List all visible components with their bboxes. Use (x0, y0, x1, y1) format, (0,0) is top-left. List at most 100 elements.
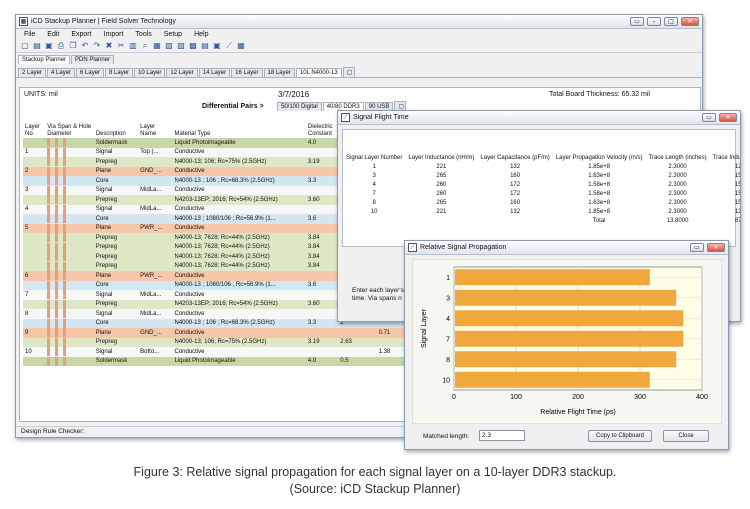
main-titlebar[interactable]: ▦ iCD Stackup Planner | Field Solver Tec… (16, 15, 702, 29)
layer-tab[interactable]: 14 Layer (198, 68, 231, 77)
stackup-row[interactable]: 10 Signal Botto... Conductive 1.38 (23, 347, 413, 357)
via-bar (47, 195, 51, 205)
rsp-restore-icon[interactable]: ▭ (690, 243, 704, 252)
planner-tabs: Stackup Planner PDN Planner (16, 55, 702, 64)
via-bar (63, 299, 67, 309)
sft-cell: 15.48 (734, 199, 741, 206)
menu-tools[interactable]: Tools (135, 31, 151, 38)
graph-icon[interactable]: ▣ (212, 41, 222, 51)
layer-tab[interactable]: 2 Layer (18, 68, 47, 77)
layer-name-cell: MidLa... (138, 290, 173, 300)
layer-tab[interactable]: 6 Layer (76, 68, 105, 77)
layer-name-cell (138, 176, 173, 186)
sft-row[interactable]: 32651601.63e+82.300015.489.35358.40 (343, 171, 740, 180)
impedance-icon[interactable]: ⟋ (224, 41, 234, 51)
rsp-close-icon[interactable]: ✕ (707, 243, 725, 252)
rsp-close-button[interactable]: Close (663, 430, 709, 442)
close-icon[interactable]: ✕ (681, 17, 699, 26)
sft-restore-icon[interactable]: ▭ (702, 113, 716, 122)
tab-pdn-planner[interactable]: PDN Planner (71, 55, 115, 64)
dielectric-constant-cell: 3.3 (305, 176, 339, 186)
rsp-titlebar[interactable]: ⟋ Relative Signal Propagation ▭ ✕ (405, 241, 728, 255)
layer-no-cell: 2 (23, 166, 46, 176)
material-type-cell: Conductive (172, 223, 306, 233)
menu-import[interactable]: Import (104, 31, 124, 38)
sft-cell: 2.3000 (668, 190, 687, 197)
menu-help[interactable]: Help (194, 31, 208, 38)
layer-tab[interactable]: 12 Layer (166, 68, 198, 77)
layer-tab[interactable]: 8 Layer (105, 68, 134, 77)
sft-close-icon[interactable]: ✕ (719, 113, 737, 122)
via-bar (47, 309, 51, 319)
material-type-cell: N4000-13; 7628; Rc=44% (2.5GHz) (172, 252, 306, 262)
new-icon[interactable]: ▢ (20, 41, 30, 51)
sft-row[interactable]: 72601721.58e+82.300015.1910.05369.75 (343, 189, 740, 198)
redo-icon[interactable]: ↷ (92, 41, 102, 51)
sft-titlebar[interactable]: ⟋ Signal Flight Time ▭ ✕ (338, 111, 740, 125)
open-icon[interactable]: ▤ (32, 41, 42, 51)
sft-cell: 2.3000 (668, 172, 687, 179)
chart-icon[interactable]: ▧ (164, 41, 174, 51)
y-tick-label: 4 (446, 316, 450, 323)
via-bar (55, 214, 59, 224)
layer-tab[interactable]: 10 Layer (134, 68, 166, 77)
copy-icon[interactable]: ❐ (68, 41, 78, 51)
paste-icon[interactable]: ▥ (128, 41, 138, 51)
dielectric-constant-cell: 3.6 (305, 280, 339, 290)
sft-row[interactable]: 102211321.85e+82.300012.917.71315.78 (343, 207, 740, 216)
via-bar (47, 299, 51, 309)
units-label: UNITS: mil (24, 91, 58, 98)
layer-tab[interactable]: 18 Layer (263, 68, 295, 77)
save-icon[interactable]: ▣ (44, 41, 54, 51)
dielectric-constant-cell: 3.60 (305, 299, 339, 309)
matched-length-input[interactable]: 2.3 (479, 430, 525, 441)
dielectric-constant-cell: 3.84 (305, 242, 339, 252)
layer-name-cell: PWR_... (138, 223, 173, 233)
col-layer-no: Layer No. (25, 124, 41, 137)
export-icon[interactable]: ▩ (188, 41, 198, 51)
print-icon[interactable]: ⎙ (56, 41, 66, 51)
menu-edit[interactable]: Edit (47, 31, 59, 38)
layer-tab[interactable]: 16 Layer (231, 68, 263, 77)
delete-icon[interactable]: ✖ (104, 41, 114, 51)
layer-tab[interactable]: 10L N4000-13 (295, 68, 342, 77)
stackup-row[interactable]: Soldermask Liquid Photoimageable 4.0 0.5 (23, 356, 413, 366)
via-span-cell (45, 242, 94, 252)
layers-icon[interactable]: ▦ (152, 41, 162, 51)
maximize-icon[interactable]: □ (664, 17, 678, 26)
copy-to-clipboard-button[interactable]: Copy to Clipboard (588, 430, 652, 442)
bar-layer-3 (455, 289, 677, 306)
restore-icon[interactable]: ▭ (630, 17, 644, 26)
sft-row[interactable]: 42601721.58e+82.300015.1910.05369.75 (343, 180, 740, 189)
layer-no-cell (23, 280, 46, 290)
menu-setup[interactable]: Setup (164, 31, 182, 38)
sft-row[interactable]: 82651601.63e+82.300015.489.35358.40 (343, 198, 741, 207)
material-type-cell: Liquid Photoimageable (172, 356, 306, 366)
material-type-cell: N4203-13EP; 2016; Rc=54% (2.5GHz) (172, 195, 306, 205)
cut-icon[interactable]: ✂ (116, 41, 126, 51)
extra-1-cell (338, 347, 377, 357)
sft-row[interactable]: 12211321.85e+82.300012.917.71315.78 (343, 162, 740, 171)
settings-icon[interactable]: ▦ (236, 41, 246, 51)
stackup-row[interactable]: Prepreg N4000-13; 106; Rc=75% (2.5GHz) 3.1… (23, 337, 413, 347)
find-icon[interactable]: ⌕ (140, 41, 150, 51)
menu-export[interactable]: Export (71, 31, 91, 38)
dielectric-constant-cell: 3.3 (305, 318, 339, 328)
sft-cell: 1.63e+8 (588, 172, 611, 179)
stackup-row[interactable]: 9 Plane GND_... Conductive 0.71 (23, 328, 413, 338)
layer-name-cell (138, 356, 173, 366)
layer-tab[interactable]: 4 Layer (47, 68, 76, 77)
via-bar (47, 233, 51, 243)
minimize-icon[interactable]: – (647, 17, 661, 26)
menu-file[interactable]: File (24, 31, 35, 38)
add-layer-tab-icon[interactable]: ▢ (342, 67, 355, 77)
stackup-icon[interactable]: ▤ (200, 41, 210, 51)
tab-50-100-digital[interactable]: 50/100 Digital (277, 102, 322, 111)
undo-icon[interactable]: ↶ (80, 41, 90, 51)
via-bar (63, 261, 67, 271)
via-span-cell (45, 195, 94, 205)
import-icon[interactable]: ▨ (176, 41, 186, 51)
layer-no-cell (23, 214, 46, 224)
tab-stackup-planner[interactable]: Stackup Planner (18, 55, 71, 64)
sft-cell: 3 (372, 172, 376, 179)
